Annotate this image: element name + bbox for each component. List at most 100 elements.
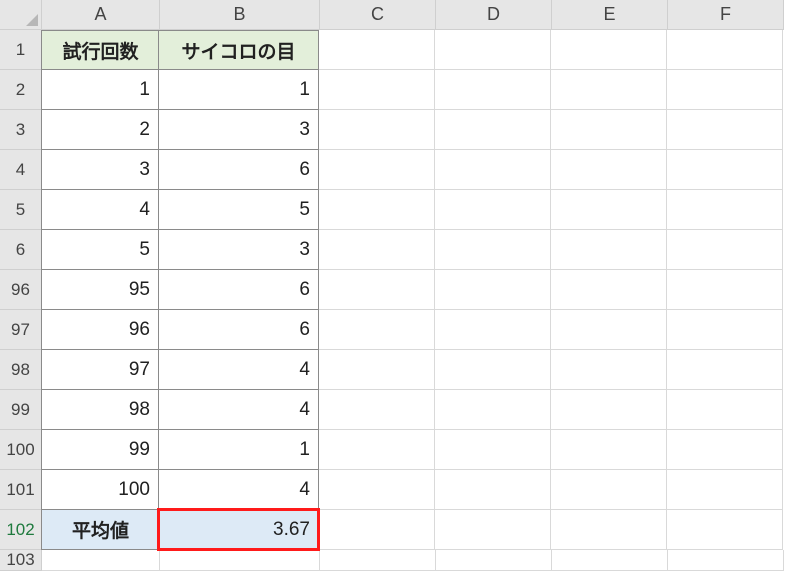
cell[interactable]: [319, 430, 435, 470]
cell[interactable]: [551, 110, 667, 150]
cell[interactable]: [667, 390, 783, 430]
cell[interactable]: [667, 470, 783, 510]
cell[interactable]: [319, 470, 435, 510]
cell-trial[interactable]: 96: [41, 310, 159, 350]
cell-trial[interactable]: 5: [41, 230, 159, 270]
cell[interactable]: [667, 30, 783, 70]
cell[interactable]: [667, 350, 783, 390]
col-header-D[interactable]: D: [436, 0, 552, 30]
cell-die[interactable]: 4: [159, 350, 319, 390]
select-all-corner[interactable]: [0, 0, 42, 30]
cell[interactable]: [319, 110, 435, 150]
cell[interactable]: [435, 510, 551, 550]
cell[interactable]: [319, 190, 435, 230]
row-header[interactable]: 100: [0, 430, 42, 470]
cell[interactable]: [551, 270, 667, 310]
row-header[interactable]: 3: [0, 110, 42, 150]
row-header[interactable]: 97: [0, 310, 42, 350]
row-header[interactable]: 4: [0, 150, 42, 190]
cell[interactable]: [319, 30, 435, 70]
cell-die[interactable]: 6: [159, 150, 319, 190]
row-header[interactable]: 102: [0, 510, 42, 550]
row-header[interactable]: 6: [0, 230, 42, 270]
cell[interactable]: [667, 70, 783, 110]
cell[interactable]: [551, 230, 667, 270]
cell[interactable]: [668, 550, 784, 571]
cell[interactable]: [319, 70, 435, 110]
cell-average-label[interactable]: 平均値: [41, 510, 159, 550]
cell-average-value[interactable]: 3.67: [159, 510, 319, 550]
cell[interactable]: [667, 510, 783, 550]
cell[interactable]: [435, 110, 551, 150]
cell[interactable]: [320, 550, 436, 571]
cell[interactable]: [667, 230, 783, 270]
cell[interactable]: [319, 310, 435, 350]
row-header[interactable]: 98: [0, 350, 42, 390]
cell-trial[interactable]: 2: [41, 110, 159, 150]
row-header[interactable]: 1: [0, 30, 42, 70]
cell[interactable]: [551, 150, 667, 190]
cell[interactable]: [667, 190, 783, 230]
cell[interactable]: [667, 310, 783, 350]
col-header-F[interactable]: F: [668, 0, 784, 30]
cell[interactable]: [160, 550, 320, 571]
cell[interactable]: [435, 230, 551, 270]
cell[interactable]: [551, 310, 667, 350]
col-header-B[interactable]: B: [160, 0, 320, 30]
cell[interactable]: [667, 270, 783, 310]
row-header[interactable]: 96: [0, 270, 42, 310]
cell[interactable]: [667, 110, 783, 150]
cell[interactable]: [319, 510, 435, 550]
cell-die[interactable]: 3: [159, 230, 319, 270]
cell[interactable]: [435, 30, 551, 70]
cell[interactable]: [435, 190, 551, 230]
cell[interactable]: [435, 430, 551, 470]
cell[interactable]: [319, 230, 435, 270]
cell[interactable]: [552, 550, 668, 571]
cell-trial[interactable]: 97: [41, 350, 159, 390]
col-header-C[interactable]: C: [320, 0, 436, 30]
row-header[interactable]: 99: [0, 390, 42, 430]
header-trial[interactable]: 試行回数: [41, 30, 159, 70]
cell-trial[interactable]: 1: [41, 70, 159, 110]
cell-trial[interactable]: 4: [41, 190, 159, 230]
col-header-A[interactable]: A: [42, 0, 160, 30]
cell[interactable]: [42, 550, 160, 571]
cell-die[interactable]: 4: [159, 470, 319, 510]
cell-die[interactable]: 5: [159, 190, 319, 230]
cell[interactable]: [551, 350, 667, 390]
col-header-E[interactable]: E: [552, 0, 668, 30]
cell[interactable]: [319, 150, 435, 190]
cell-die[interactable]: 4: [159, 390, 319, 430]
cell[interactable]: [435, 390, 551, 430]
cell[interactable]: [551, 430, 667, 470]
cell[interactable]: [551, 30, 667, 70]
cell-trial[interactable]: 95: [41, 270, 159, 310]
cell[interactable]: [435, 150, 551, 190]
row-header[interactable]: 103: [0, 550, 42, 571]
cell-die[interactable]: 3: [159, 110, 319, 150]
cell[interactable]: [435, 350, 551, 390]
cell[interactable]: [667, 430, 783, 470]
cell-die[interactable]: 1: [159, 70, 319, 110]
cell-trial[interactable]: 98: [41, 390, 159, 430]
header-die[interactable]: サイコロの目: [159, 30, 319, 70]
cell[interactable]: [551, 510, 667, 550]
cell[interactable]: [551, 190, 667, 230]
cell[interactable]: [435, 470, 551, 510]
cell-die[interactable]: 6: [159, 310, 319, 350]
cell[interactable]: [435, 310, 551, 350]
row-header[interactable]: 2: [0, 70, 42, 110]
cell[interactable]: [551, 70, 667, 110]
row-header[interactable]: 101: [0, 470, 42, 510]
cell-trial[interactable]: 3: [41, 150, 159, 190]
cell[interactable]: [319, 270, 435, 310]
cell[interactable]: [551, 470, 667, 510]
cell-trial[interactable]: 100: [41, 470, 159, 510]
cell[interactable]: [319, 390, 435, 430]
cell-trial[interactable]: 99: [41, 430, 159, 470]
cell[interactable]: [435, 270, 551, 310]
row-header[interactable]: 5: [0, 190, 42, 230]
cell-die[interactable]: 6: [159, 270, 319, 310]
cell[interactable]: [319, 350, 435, 390]
